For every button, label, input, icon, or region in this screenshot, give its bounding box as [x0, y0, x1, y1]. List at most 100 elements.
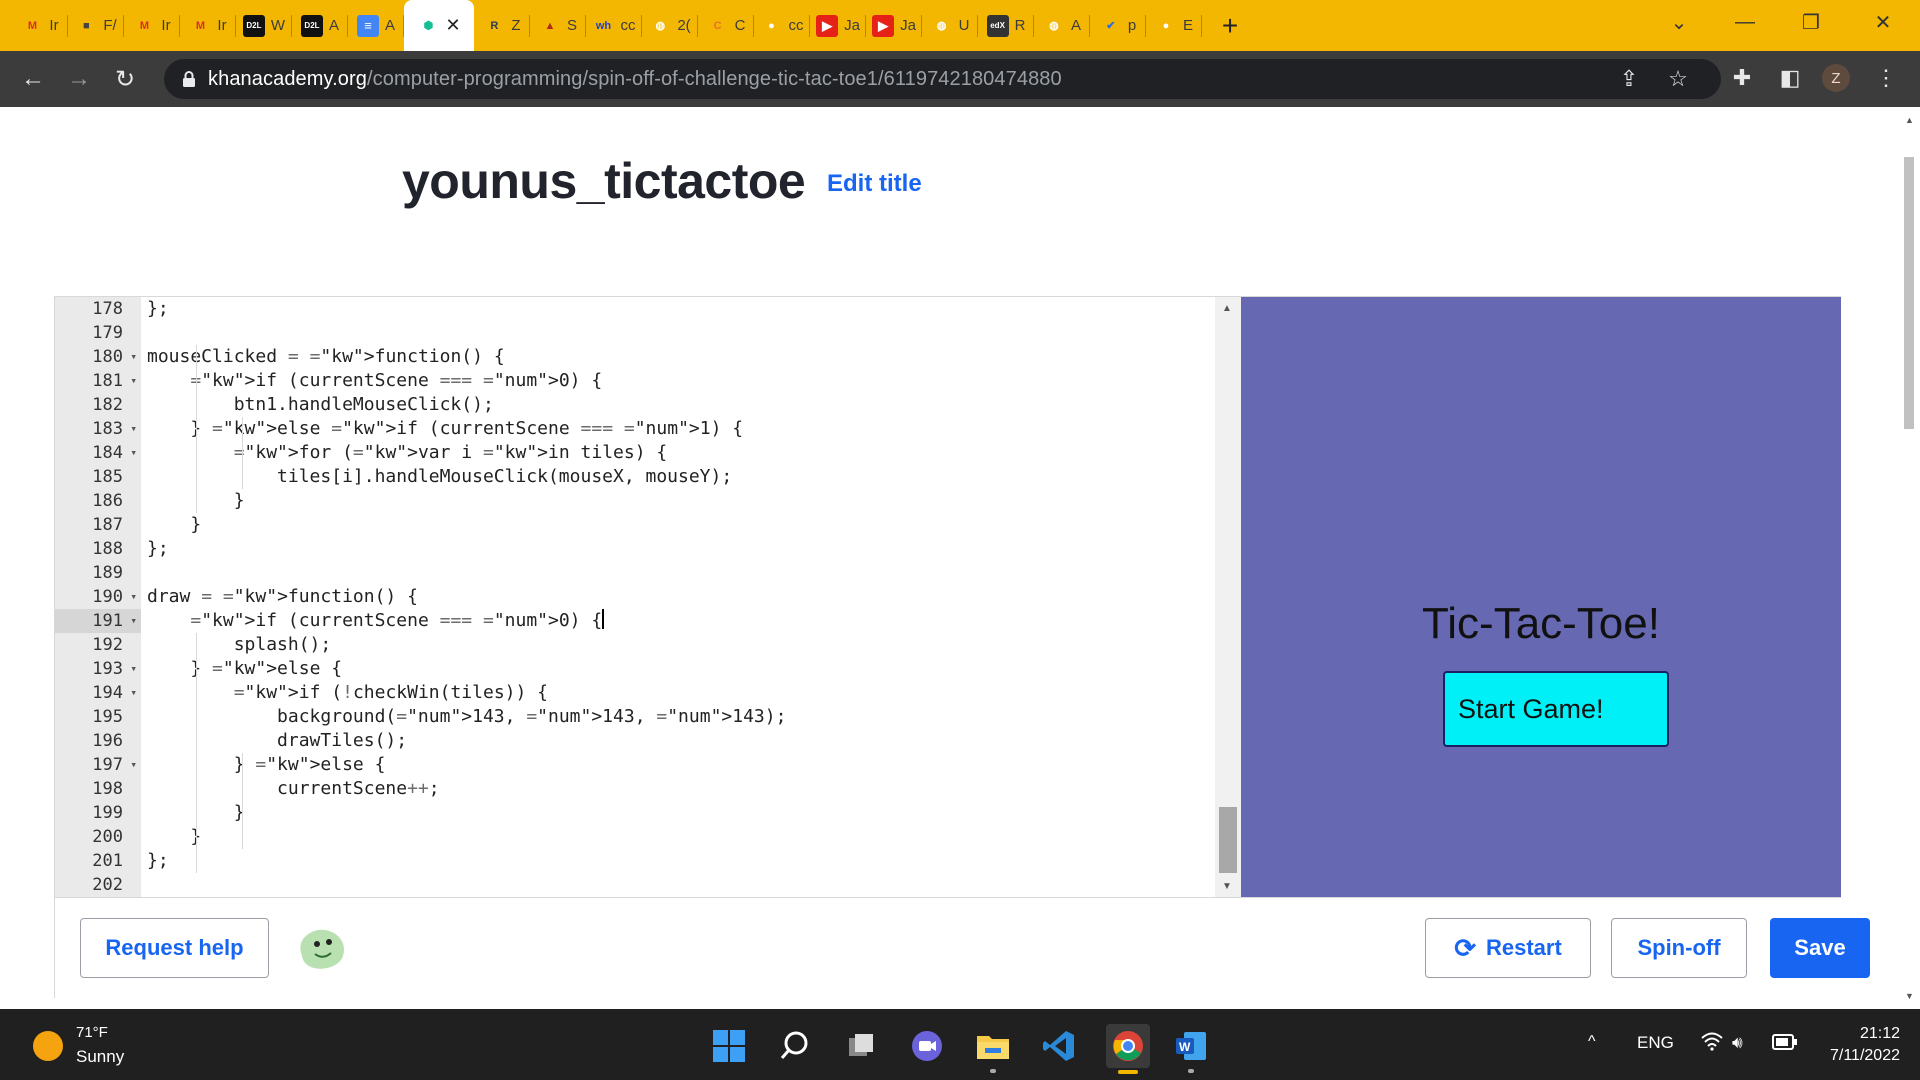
page-scroll-thumb[interactable]	[1904, 157, 1914, 429]
reload-icon[interactable]: ↻	[106, 60, 144, 98]
word-icon[interactable]: W	[1172, 1027, 1210, 1073]
fold-arrow-icon[interactable]: ▾	[130, 609, 137, 633]
code-line[interactable]: 199 }	[55, 801, 1215, 825]
volume-icon[interactable]: 🔊︎	[1732, 1033, 1743, 1053]
page-scroll-down-icon[interactable]: ▼	[1905, 991, 1914, 1001]
fold-arrow-icon[interactable]: ▾	[130, 585, 137, 609]
code-line[interactable]: 181 ▾ ="kw">if (currentScene === ="num">0…	[55, 369, 1215, 393]
browser-tab[interactable]: M Ir	[124, 0, 180, 51]
weather-condition[interactable]: Sunny	[76, 1047, 124, 1067]
tab-close-icon[interactable]: ✕	[445, 15, 460, 36]
browser-tab[interactable]: ▲ S	[530, 0, 586, 51]
browser-tab[interactable]: ● E	[1146, 0, 1202, 51]
code-line[interactable]: 184 ▾ ="kw">for (="kw">var i ="kw">in til…	[55, 441, 1215, 465]
back-icon[interactable]: ←	[14, 60, 52, 98]
code-line[interactable]: 195 background(="num">143, ="num">143, =…	[55, 705, 1215, 729]
forward-icon[interactable]: →	[60, 60, 98, 98]
side-panel-icon[interactable]: ◧	[1772, 60, 1808, 96]
code-line[interactable]: 179	[55, 321, 1215, 345]
language-indicator[interactable]: ENG	[1637, 1033, 1674, 1053]
code-line[interactable]: 185 tiles[i].handleMouseClick(mouseX, mo…	[55, 465, 1215, 489]
code-line[interactable]: 188};	[55, 537, 1215, 561]
browser-tab[interactable]: ✔ p	[1090, 0, 1146, 51]
fold-arrow-icon[interactable]: ▾	[130, 369, 137, 393]
browser-tab[interactable]: M Ir	[12, 0, 68, 51]
extensions-icon[interactable]: ✚	[1724, 60, 1760, 96]
code-line[interactable]: 186 }	[55, 489, 1215, 513]
close-window-icon[interactable]: ✕	[1850, 0, 1916, 44]
chrome-icon[interactable]	[1106, 1024, 1150, 1074]
editor-scroll-thumb[interactable]	[1219, 807, 1237, 873]
browser-tab[interactable]: ◍ U	[922, 0, 978, 51]
code-line[interactable]: 190 ▾ draw = ="kw">function() {	[55, 585, 1215, 609]
search-icon[interactable]	[776, 1027, 814, 1065]
code-line[interactable]: 201};	[55, 849, 1215, 873]
task-view-icon[interactable]	[842, 1027, 880, 1065]
code-editor[interactable]: 178}; 179 180 ▾ mouseClicked = ="kw">functio…	[55, 297, 1241, 897]
browser-tab[interactable]: M Ir	[180, 0, 236, 51]
fold-arrow-icon[interactable]: ▾	[130, 657, 137, 681]
code-line[interactable]: 193 ▾ } ="kw">else {	[55, 657, 1215, 681]
browser-tab[interactable]: ● cc	[754, 0, 810, 51]
new-tab-button[interactable]: +	[1202, 0, 1258, 51]
browser-tab[interactable]: ▶ Ja	[810, 0, 866, 51]
code-line[interactable]: 189	[55, 561, 1215, 585]
fold-arrow-icon[interactable]: ▾	[130, 417, 137, 441]
browser-tab[interactable]: CC	[698, 0, 754, 51]
restore-icon[interactable]: ❐	[1778, 0, 1844, 44]
browser-tab[interactable]: ■ F/	[68, 0, 124, 51]
scroll-down-arrow-icon[interactable]: ▼	[1222, 881, 1232, 892]
code-line[interactable]: 182 btn1.handleMouseClick();	[55, 393, 1215, 417]
edit-title-link[interactable]: Edit title	[827, 170, 922, 198]
browser-tab[interactable]: edX R	[978, 0, 1034, 51]
request-help-button[interactable]: Request help	[80, 918, 269, 978]
spin-off-button[interactable]: Spin-off	[1611, 918, 1747, 978]
fold-arrow-icon[interactable]: ▾	[130, 681, 137, 705]
start-game-button[interactable]: Start Game!	[1443, 671, 1669, 747]
share-icon[interactable]: ⇪	[1617, 66, 1641, 91]
browser-tab[interactable]: ▶ Ja	[866, 0, 922, 51]
code-line[interactable]: 194 ▾ ="kw">if (!checkWin(tiles)) {	[55, 681, 1215, 705]
browser-tab[interactable]: ◍ 2(	[642, 0, 698, 51]
save-button[interactable]: Save	[1770, 918, 1870, 978]
code-line[interactable]: 192 splash();	[55, 633, 1215, 657]
start-menu-icon[interactable]	[710, 1027, 748, 1065]
editor-scrollbar[interactable]: ▲ ▼	[1215, 297, 1241, 897]
code-line[interactable]: 202	[55, 873, 1215, 897]
browser-tab[interactable]: RZ	[474, 0, 530, 51]
tab-search-icon[interactable]: ⌄	[1646, 0, 1712, 44]
menu-kebab-icon[interactable]: ⋮	[1868, 60, 1904, 96]
wifi-icon[interactable]	[1700, 1031, 1724, 1056]
chat-icon[interactable]	[908, 1027, 946, 1065]
browser-tab[interactable]: wh cc	[586, 0, 642, 51]
sun-icon[interactable]	[33, 1031, 63, 1061]
browser-tab[interactable]: D2L W	[236, 0, 292, 51]
scroll-up-arrow-icon[interactable]: ▲	[1222, 303, 1232, 314]
code-line[interactable]: 198 currentScene++;	[55, 777, 1215, 801]
browser-tab[interactable]: ⬢ ✕	[404, 0, 474, 51]
fold-arrow-icon[interactable]: ▾	[130, 753, 137, 777]
battery-icon[interactable]	[1772, 1034, 1798, 1055]
restart-button[interactable]: ⟳ Restart	[1425, 918, 1591, 978]
weather-temperature[interactable]: 71°F	[76, 1024, 108, 1041]
code-line[interactable]: 178};	[55, 297, 1215, 321]
code-line[interactable]: 200 }	[55, 825, 1215, 849]
file-explorer-icon[interactable]	[974, 1027, 1012, 1073]
address-bar[interactable]: khanacademy.org/computer-programming/spi…	[164, 59, 1721, 99]
code-line[interactable]: 180 ▾ mouseClicked = ="kw">function() {	[55, 345, 1215, 369]
code-line[interactable]: 197 ▾ } ="kw">else {	[55, 753, 1215, 777]
browser-tab[interactable]: ◍ A	[1034, 0, 1090, 51]
chevron-up-icon[interactable]: ^	[1588, 1033, 1596, 1051]
fold-arrow-icon[interactable]: ▾	[130, 345, 137, 369]
page-scroll-up-icon[interactable]: ▲	[1905, 115, 1914, 125]
page-scrollbar[interactable]: ▲ ▼	[1898, 107, 1920, 1009]
fold-arrow-icon[interactable]: ▾	[130, 441, 137, 465]
bookmark-star-icon[interactable]: ☆	[1666, 66, 1690, 91]
system-clock[interactable]: 21:12 7/11/2022	[1814, 1023, 1900, 1067]
browser-tab[interactable]: ≡ A	[348, 0, 404, 51]
profile-avatar[interactable]: Z	[1822, 64, 1850, 92]
minimize-icon[interactable]: —	[1712, 0, 1778, 44]
code-line[interactable]: 187 }	[55, 513, 1215, 537]
code-line[interactable]: 191 ▾ ="kw">if (currentScene === ="num">0…	[55, 609, 1215, 633]
code-line[interactable]: 183 ▾ } ="kw">else ="kw">if (currentScene…	[55, 417, 1215, 441]
